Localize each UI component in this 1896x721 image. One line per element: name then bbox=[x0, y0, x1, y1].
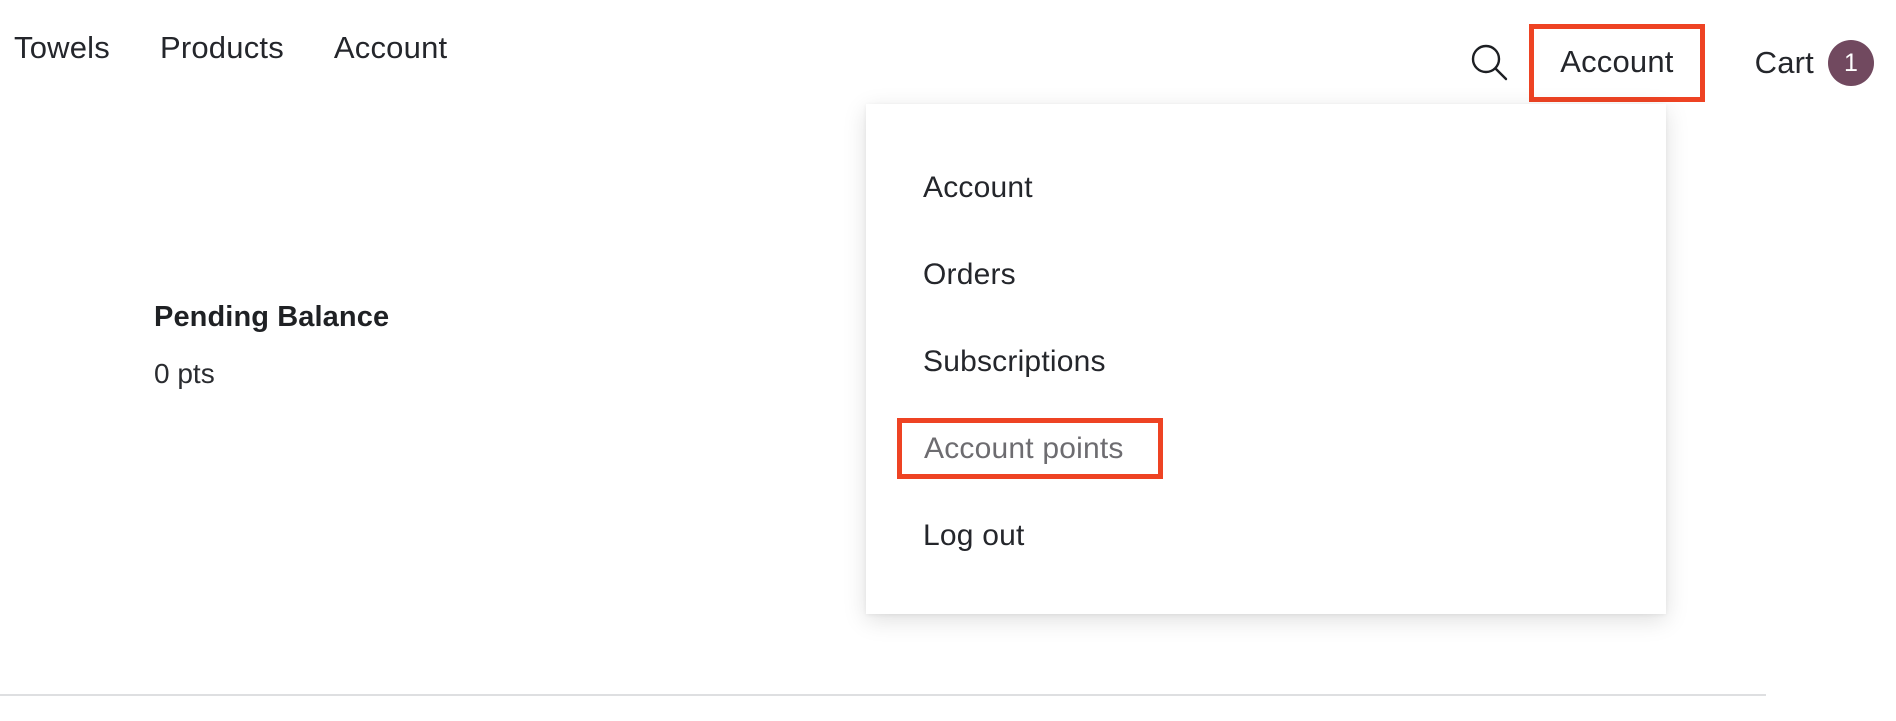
account-menu-button-label: Account bbox=[1560, 44, 1674, 79]
dropdown-item-log-out-label: Log out bbox=[923, 518, 1025, 552]
dropdown-item-account[interactable]: Account bbox=[866, 144, 1666, 231]
primary-nav: Towels Products Account bbox=[14, 28, 447, 68]
cart-button[interactable]: Cart 1 bbox=[1755, 40, 1874, 86]
dropdown-item-orders-label: Orders bbox=[923, 257, 1016, 291]
dropdown-item-account-points-label: Account points bbox=[924, 431, 1124, 465]
page-divider bbox=[0, 694, 1766, 696]
pending-balance-title: Pending Balance bbox=[154, 301, 390, 333]
top-navigation-bar: Towels Products Account Account Cart 1 bbox=[0, 0, 1896, 110]
pending-balance-block: Pending Balance 0 pts bbox=[154, 296, 674, 394]
dropdown-item-subscriptions[interactable]: Subscriptions bbox=[866, 318, 1666, 405]
page-root: Towels Products Account Account Cart 1 P… bbox=[0, 0, 1896, 721]
dropdown-item-orders[interactable]: Orders bbox=[866, 231, 1666, 318]
account-dropdown-panel: Account Orders Subscriptions Account poi… bbox=[866, 104, 1666, 614]
cart-label: Cart bbox=[1754, 45, 1814, 80]
pending-balance-value: 0 pts bbox=[154, 358, 215, 389]
search-button[interactable] bbox=[1461, 35, 1517, 91]
dropdown-item-account-points[interactable]: Account points bbox=[897, 418, 1163, 479]
dropdown-item-log-out[interactable]: Log out bbox=[866, 492, 1666, 579]
nav-link-towels[interactable]: Towels bbox=[14, 28, 110, 68]
dropdown-item-subscriptions-label: Subscriptions bbox=[923, 344, 1106, 378]
account-menu-button[interactable]: Account bbox=[1529, 24, 1705, 102]
nav-link-account[interactable]: Account bbox=[334, 28, 447, 68]
dropdown-item-account-label: Account bbox=[923, 170, 1033, 204]
search-icon bbox=[1467, 41, 1511, 85]
cart-count-badge: 1 bbox=[1828, 40, 1874, 86]
nav-link-products[interactable]: Products bbox=[160, 28, 284, 68]
utility-nav: Account Cart 1 bbox=[1461, 24, 1874, 102]
account-dropdown-list: Account Orders Subscriptions Account poi… bbox=[866, 104, 1666, 579]
